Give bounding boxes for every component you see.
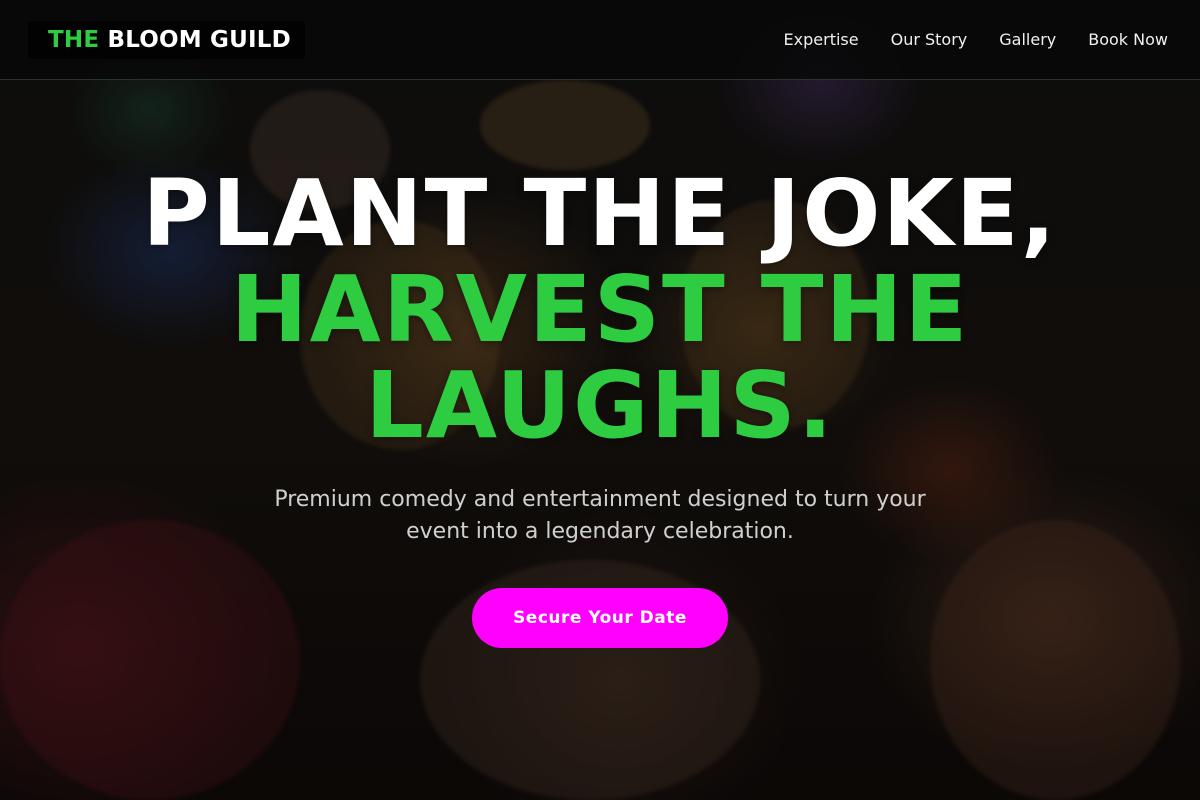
- brand-accent-word: THE: [48, 26, 100, 53]
- brand-name: BLOOM GUILD: [107, 26, 291, 53]
- brand-logo[interactable]: THE BLOOM GUILD: [28, 20, 305, 59]
- secure-your-date-button[interactable]: Secure Your Date: [472, 588, 728, 648]
- nav-link-gallery[interactable]: Gallery: [999, 30, 1056, 49]
- headline-line-1: PLANT THE JOKE,: [142, 160, 1058, 267]
- hero-subtitle: Premium comedy and entertainment designe…: [274, 487, 926, 544]
- site-header: THE BLOOM GUILD Expertise Our Story Gall…: [0, 0, 1200, 80]
- hero-section: PLANT THE JOKE, HARVEST THE LAUGHS. Prem…: [0, 80, 1200, 800]
- nav-link-book-now[interactable]: Book Now: [1088, 30, 1168, 49]
- nav-link-expertise[interactable]: Expertise: [784, 30, 859, 49]
- main-nav: Expertise Our Story Gallery Book Now: [784, 30, 1168, 49]
- nav-link-our-story[interactable]: Our Story: [891, 30, 968, 49]
- headline-line-2: HARVEST THE LAUGHS.: [230, 256, 970, 459]
- hero-headline: PLANT THE JOKE, HARVEST THE LAUGHS.: [0, 166, 1200, 454]
